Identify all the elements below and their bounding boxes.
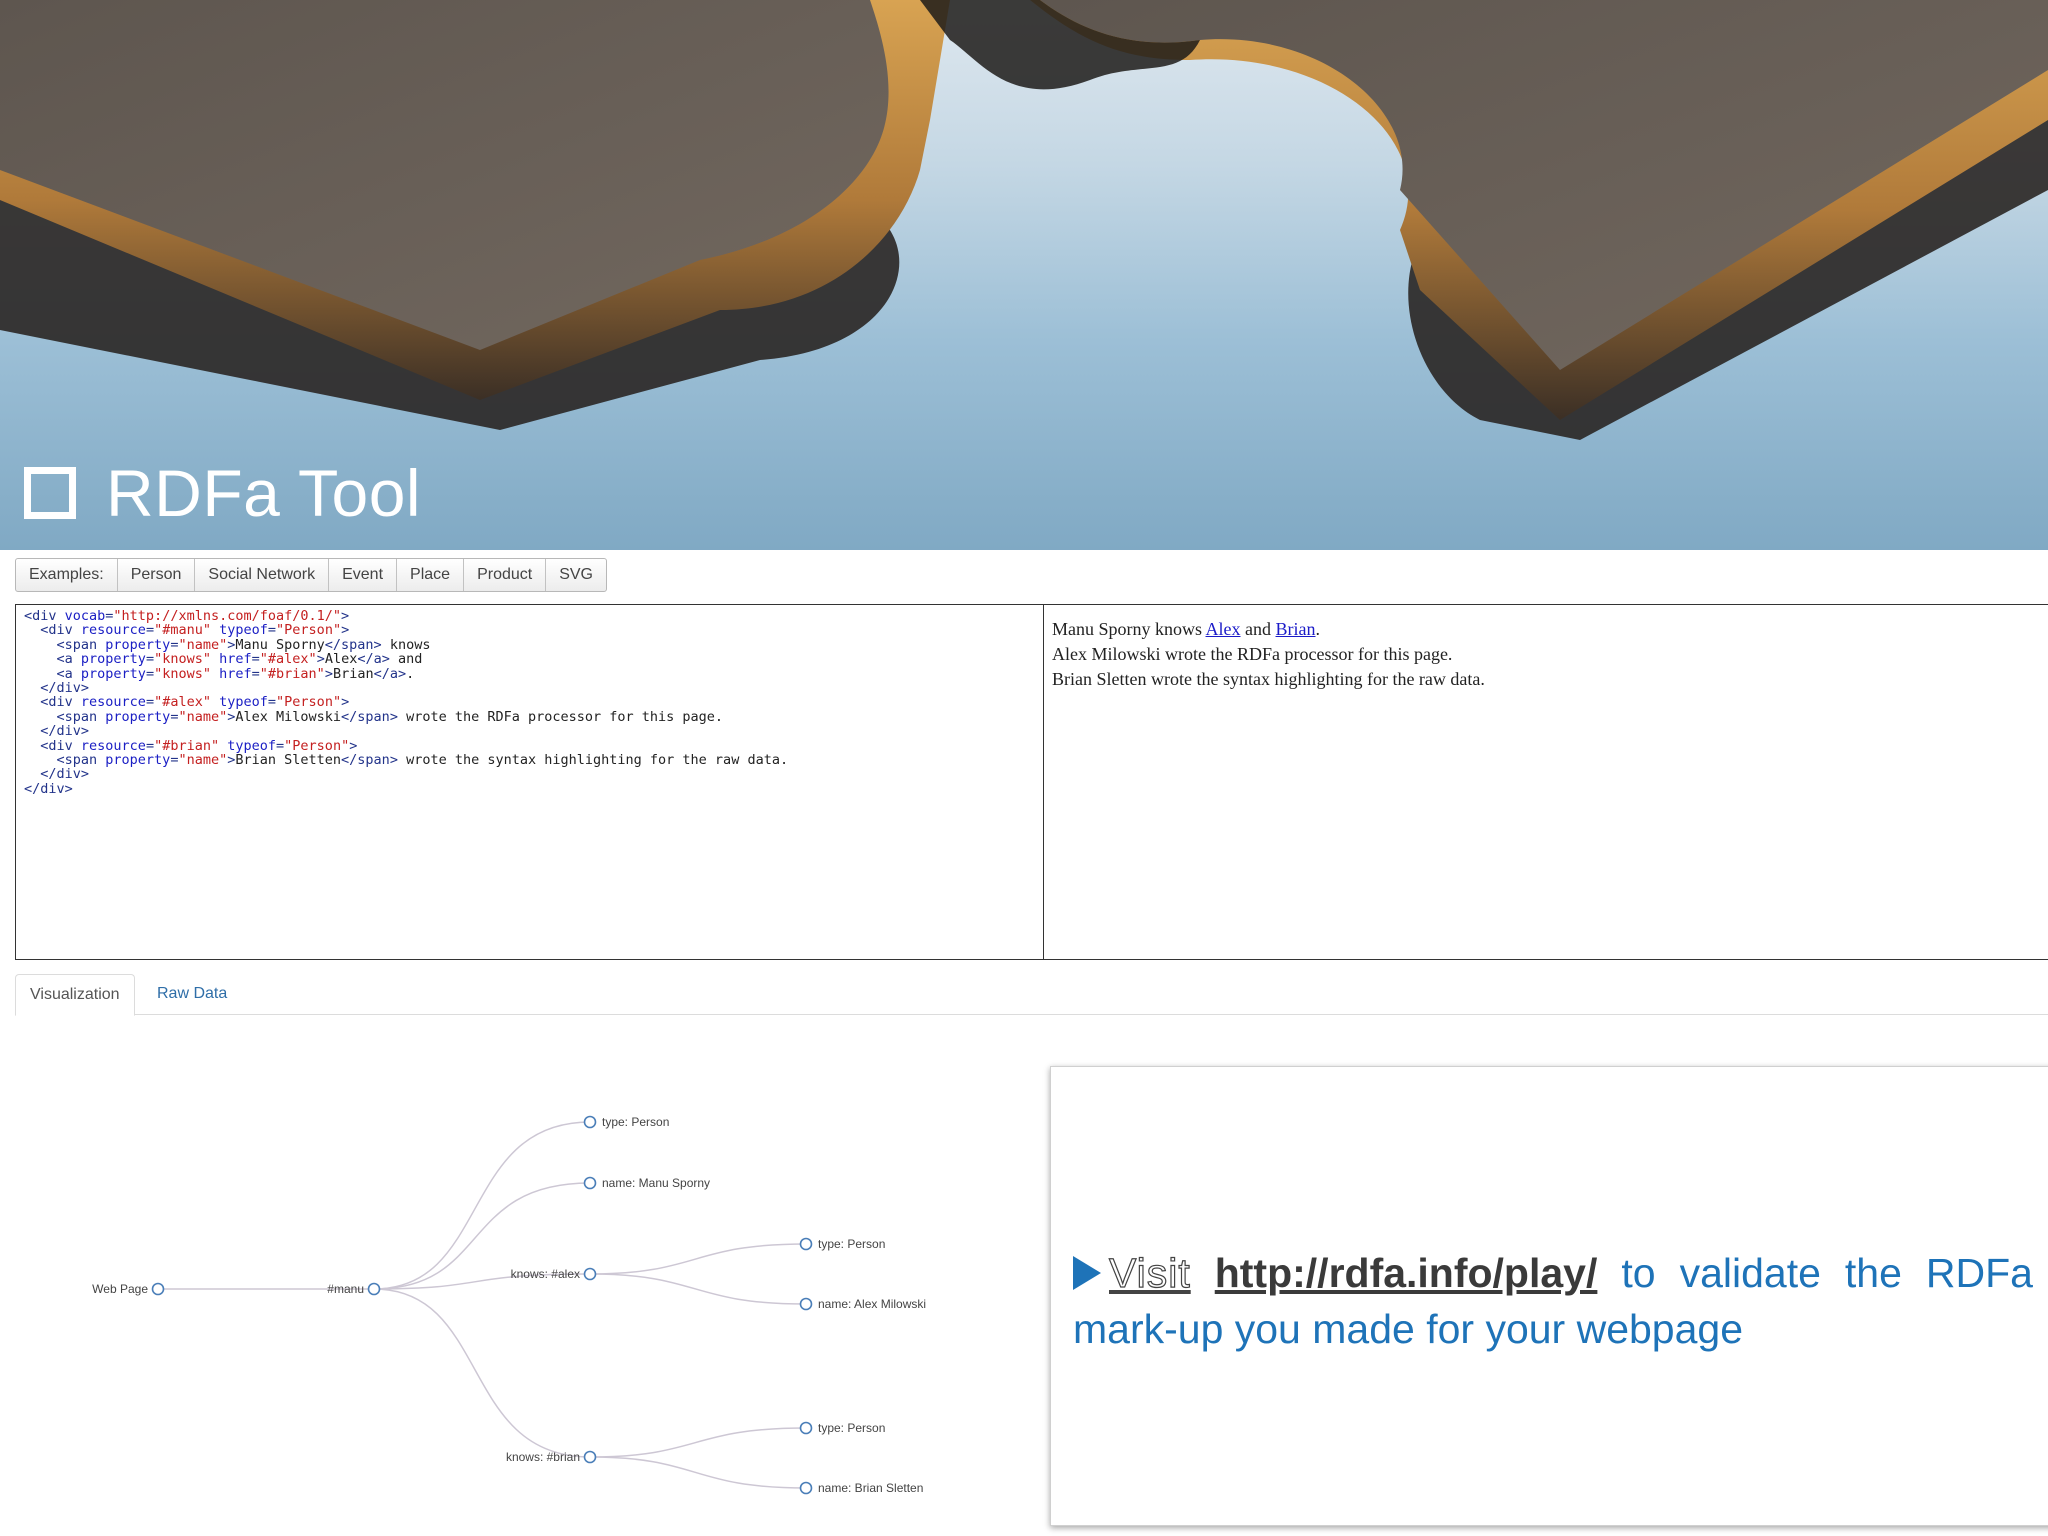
tree-node-alex-type[interactable]	[799, 1237, 813, 1251]
code-content: <div vocab="http://xmlns.com/foaf/0.1/">…	[24, 609, 1035, 796]
square-bullet-icon	[24, 467, 76, 519]
code-editor[interactable]: <div vocab="http://xmlns.com/foaf/0.1/">…	[16, 605, 1044, 959]
rendered-preview: Manu Sporny knows Alex and Brian. Alex M…	[1044, 605, 2048, 959]
code-token: "name"	[178, 708, 228, 725]
code-line: <a property="knows" href="#alex">Alex</a…	[24, 652, 1035, 666]
examples-label: Examples:	[29, 566, 104, 583]
editor-panes: <div vocab="http://xmlns.com/foaf/0.1/">…	[15, 604, 2048, 960]
code-token: </span>	[341, 708, 398, 725]
tab-visualization[interactable]: Visualization	[15, 974, 135, 1016]
tree-node-brian-type[interactable]	[799, 1421, 813, 1435]
preview-line-3: Brian Sletten wrote the syntax highlight…	[1052, 669, 1485, 689]
tree-node-brian-name[interactable]	[799, 1481, 813, 1495]
code-token: .	[406, 665, 415, 682]
tree-link	[589, 1243, 807, 1275]
tree-link	[589, 1456, 807, 1489]
tree-label-knows-alex: knows: #alex	[511, 1267, 580, 1281]
visit-word: Visit	[1108, 1249, 1191, 1296]
tree-label-brian-name: name: Brian Sletten	[818, 1481, 923, 1495]
preview-text: Manu Sporny knows	[1052, 619, 1206, 639]
code-token: "knows"	[154, 665, 211, 682]
tree-label-manu-type: type: Person	[602, 1115, 669, 1129]
tree-node-alex-name[interactable]	[799, 1297, 813, 1311]
code-token: property	[105, 752, 171, 769]
callout-text: Visit http://rdfa.info/play/ to validate…	[1073, 1245, 2033, 1357]
code-line: <a property="knows" href="#brian">Brian<…	[24, 665, 1035, 682]
example-place-button[interactable]: Place	[396, 559, 463, 591]
output-tabs: Visualization Raw Data	[15, 974, 2048, 1016]
rdf-tree-visualization: Web Page #manu type: Person name: Manu S…	[92, 1115, 926, 1495]
example-svg-button[interactable]: SVG	[545, 559, 606, 591]
callout-box: Visit http://rdfa.info/play/ to validate…	[1050, 1066, 2048, 1526]
code-token: "#brian"	[259, 665, 325, 682]
code-line: <div vocab="http://xmlns.com/foaf/0.1/">	[24, 609, 1035, 623]
tree-link	[589, 1273, 807, 1305]
code-line: </div>	[24, 681, 1035, 695]
tree-label-brian-type: type: Person	[818, 1421, 885, 1435]
hero-title-group: RDFa Tool	[24, 455, 421, 531]
example-social-network-button[interactable]: Social Network	[194, 559, 328, 591]
tree-label-alex-name: name: Alex Milowski	[818, 1297, 926, 1311]
tree-label-alex-type: type: Person	[818, 1237, 885, 1251]
alex-link[interactable]: Alex	[1206, 619, 1241, 639]
code-token: property	[105, 708, 171, 725]
tree-link	[589, 1427, 807, 1458]
example-person-button[interactable]: Person	[116, 559, 195, 591]
preview-line-1: Manu Sporny knows Alex and Brian.	[1052, 617, 2046, 642]
code-token: href	[219, 665, 252, 682]
preview-text: and	[1240, 619, 1276, 639]
code-token: Alex Milowski	[235, 708, 342, 725]
tree-link	[373, 1121, 591, 1290]
code-token: </span>	[341, 752, 398, 769]
tree-label-knows-brian: knows: #brian	[506, 1450, 580, 1464]
code-line: <div resource="#manu" typeof="Person">	[24, 623, 1035, 637]
tree-node-knows-alex[interactable]	[583, 1267, 597, 1281]
example-product-button[interactable]: Product	[463, 559, 545, 591]
tree-node-manu-type[interactable]	[583, 1115, 597, 1129]
code-line: <span property="name">Alex Milowski</spa…	[24, 710, 1035, 724]
slide-title: RDFa Tool	[106, 456, 422, 530]
code-token: Brian Sletten	[235, 752, 342, 769]
code-line: </div>	[24, 782, 1035, 796]
rdfa-play-link[interactable]: http://rdfa.info/play/	[1215, 1250, 1598, 1296]
code-line: <span property="name">Manu Sporny</span>…	[24, 638, 1035, 652]
tree-node-knows-brian[interactable]	[583, 1450, 597, 1464]
tree-node-root[interactable]	[151, 1282, 165, 1296]
tree-node-manu-name[interactable]	[583, 1176, 597, 1190]
examples-toolbar: Examples: Person Social Network Event Pl…	[15, 558, 607, 592]
code-token: "name"	[178, 752, 228, 769]
preview-line-2: Alex Milowski wrote the RDFa processor f…	[1052, 644, 1453, 664]
play-arrow-icon	[1073, 1256, 1101, 1290]
code-token: =	[145, 665, 155, 682]
code-token: =	[251, 665, 260, 682]
example-event-button[interactable]: Event	[328, 559, 396, 591]
code-token: wrote the RDFa processor for this page.	[397, 708, 724, 725]
code-line: </div>	[24, 724, 1035, 738]
code-token: >	[324, 665, 333, 682]
code-line: <div resource="#alex" typeof="Person">	[24, 695, 1035, 709]
tree-label-root: Web Page	[92, 1282, 148, 1296]
code-line: </div>	[24, 767, 1035, 781]
brian-link[interactable]: Brian	[1276, 619, 1316, 639]
code-token: property	[80, 665, 146, 682]
tree-link	[373, 1288, 591, 1458]
hero-banner: RDFa Tool	[0, 0, 2048, 550]
code-line: <span property="name">Brian Sletten</spa…	[24, 753, 1035, 767]
code-token: wrote the syntax highlighting for the ra…	[397, 752, 789, 769]
code-line: <div resource="#brian" typeof="Person">	[24, 738, 1035, 753]
tree-node-manu[interactable]	[367, 1282, 381, 1296]
tree-label-manu: #manu	[327, 1282, 364, 1296]
tab-raw-data[interactable]: Raw Data	[143, 974, 241, 1014]
code-token: </a>	[373, 665, 407, 682]
code-token: Brian	[332, 665, 374, 682]
code-token: </div>	[24, 780, 73, 797]
tree-label-manu-name: name: Manu Sporny	[602, 1176, 710, 1190]
preview-text: .	[1315, 619, 1321, 639]
